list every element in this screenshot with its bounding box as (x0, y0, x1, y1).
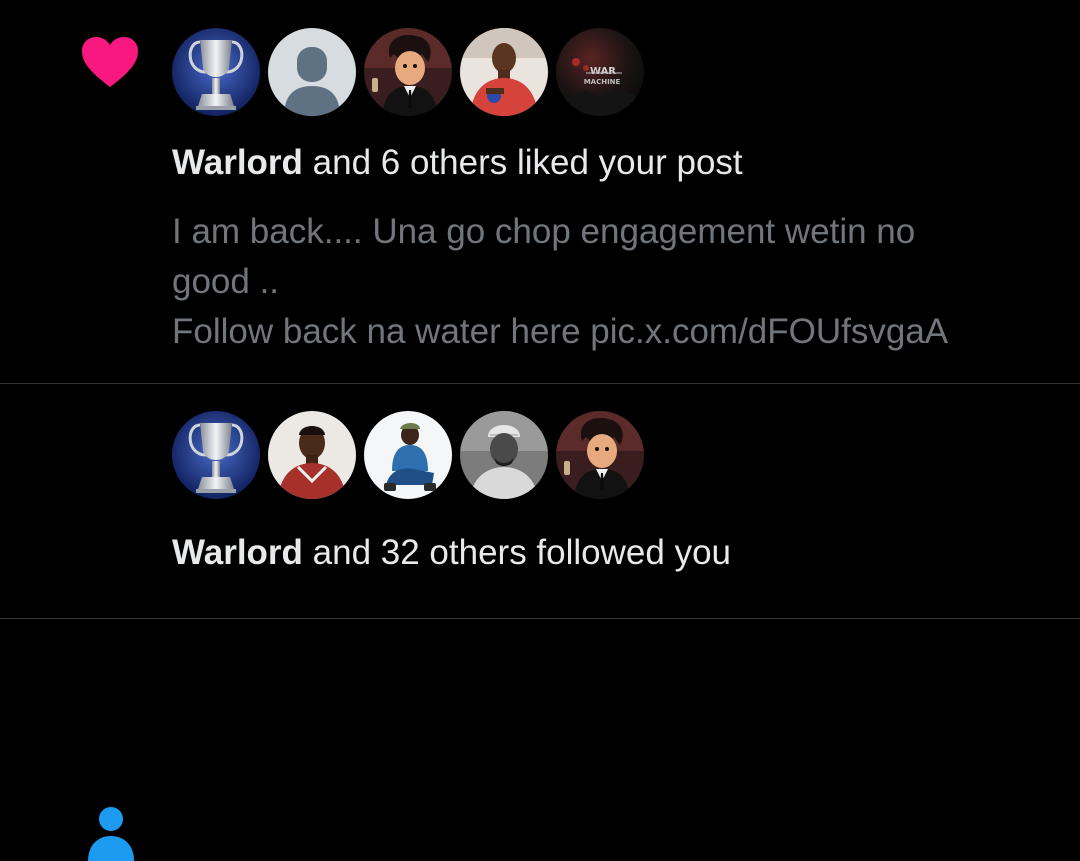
avatar-red-shirt-man[interactable] (268, 411, 356, 499)
avatar-red-shirt[interactable] (460, 28, 548, 116)
post-line-1: I am back.... Una go chop engagement wet… (172, 212, 916, 251)
follow-headline: Warlord and 32 others followed you (172, 533, 731, 573)
actor-name[interactable]: Warlord (172, 143, 303, 182)
avatar-sitting-man[interactable] (364, 411, 452, 499)
person-icon (88, 807, 134, 861)
svg-text:WAR: WAR (590, 66, 616, 77)
like-action-text: and 6 others liked your post (302, 143, 743, 182)
like-headline: Warlord and 6 others liked your post (172, 143, 743, 183)
avatar-war-machine[interactable]: WAR MACHINE (556, 28, 644, 116)
follow-action-text: and 32 others followed you (302, 533, 732, 572)
follower-avatars (172, 411, 644, 499)
heart-icon (82, 37, 138, 87)
avatar-cartoon-suit[interactable] (364, 28, 452, 116)
svg-text:MACHINE: MACHINE (584, 78, 621, 86)
avatar-trophy[interactable] (172, 28, 260, 116)
avatar-trophy[interactable] (172, 411, 260, 499)
liker-avatars: WAR MACHINE (172, 28, 644, 116)
post-line-3: Follow back na water here pic.x.com/dFOU… (172, 312, 949, 351)
liked-post-preview[interactable]: I am back.... Una go chop engagement wet… (172, 207, 1052, 357)
avatar-grayscale-cap[interactable] (460, 411, 548, 499)
like-notification[interactable]: WAR MACHINE Warlord and 6 others liked y… (0, 0, 1080, 383)
post-line-2: good .. (172, 262, 280, 301)
avatar-default[interactable] (268, 28, 356, 116)
avatar-cartoon-suit[interactable] (556, 411, 644, 499)
actor-name[interactable]: Warlord (172, 533, 303, 572)
follow-notification[interactable]: Warlord and 32 others followed you (0, 384, 1080, 861)
divider (0, 618, 1080, 619)
